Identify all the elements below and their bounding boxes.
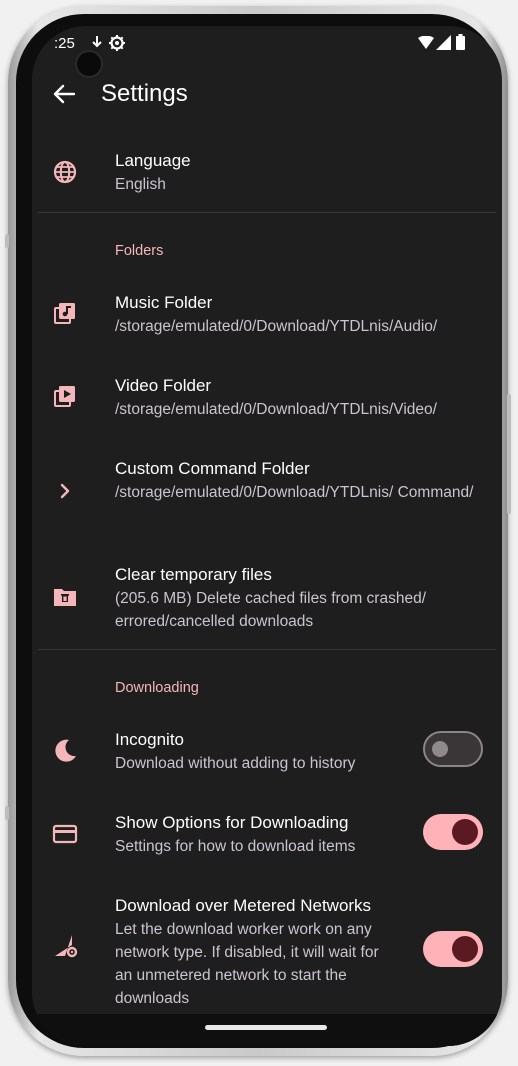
folder-delete-icon xyxy=(54,589,76,606)
command-folder-title: Custom Command Folder xyxy=(115,459,310,478)
section-folders: Folders xyxy=(115,243,164,259)
screen: :25 Settings Language English Folders Mu… xyxy=(32,26,502,1046)
video-folder-path: /storage/emulated/0/Download/YTDLnis/Vid… xyxy=(115,401,437,418)
setting-video-folder[interactable]: Video Folder /storage/emulated/0/Downloa… xyxy=(32,371,502,441)
globe-icon xyxy=(53,160,77,184)
side-button-left-1 xyxy=(5,234,9,248)
wifi-icon xyxy=(418,36,434,49)
show-options-title: Show Options for Downloading xyxy=(115,813,349,832)
status-time: :25 xyxy=(54,35,75,52)
language-title: Language xyxy=(115,151,191,170)
show-options-toggle[interactable] xyxy=(423,814,483,850)
moon-icon xyxy=(55,739,76,762)
card-icon xyxy=(52,824,78,844)
battery-icon xyxy=(456,34,465,50)
side-button-left-2 xyxy=(5,806,9,820)
clear-temp-desc: (205.6 MB) Delete cached files from cras… xyxy=(115,590,426,630)
toggle-knob xyxy=(452,936,478,962)
video-folder-icon xyxy=(54,386,75,407)
music-folder-title: Music Folder xyxy=(115,293,213,312)
home-indicator[interactable] xyxy=(205,1025,327,1030)
signal-settings-icon xyxy=(55,935,78,958)
toggle-knob xyxy=(432,741,448,757)
setting-command-folder[interactable]: Custom Command Folder /storage/emulated/… xyxy=(32,454,502,548)
section-downloading: Downloading xyxy=(115,680,199,696)
clear-temp-title: Clear temporary files xyxy=(115,565,272,584)
chevron-right-icon xyxy=(60,483,70,499)
side-button-right xyxy=(507,394,511,514)
music-folder-path: /storage/emulated/0/Download/YTDLnis/Aud… xyxy=(115,318,438,335)
front-camera xyxy=(75,50,103,78)
back-arrow-icon[interactable] xyxy=(50,80,78,108)
toggle-knob xyxy=(452,819,478,845)
settings-status-icon xyxy=(109,35,125,51)
video-folder-title: Video Folder xyxy=(115,376,212,395)
incognito-toggle[interactable] xyxy=(423,731,483,767)
setting-clear-temp[interactable]: Clear temporary files (205.6 MB) Delete … xyxy=(32,560,502,654)
incognito-title: Incognito xyxy=(115,730,184,749)
metered-toggle[interactable] xyxy=(423,931,483,967)
setting-music-folder[interactable]: Music Folder /storage/emulated/0/Downloa… xyxy=(32,288,502,358)
navigation-bar xyxy=(32,1014,502,1046)
language-value: English xyxy=(115,176,166,193)
setting-language[interactable]: Language English xyxy=(32,146,502,216)
music-folder-icon xyxy=(54,303,75,324)
download-status-icon xyxy=(92,36,102,48)
divider xyxy=(38,649,496,650)
app-bar: Settings xyxy=(32,76,502,116)
cell-signal-icon xyxy=(436,35,451,50)
page-title: Settings xyxy=(101,80,188,107)
metered-title: Download over Metered Networks xyxy=(115,896,372,915)
metered-desc: Let the download worker work on any netw… xyxy=(115,921,379,1007)
command-folder-path: /storage/emulated/0/Download/YTDLnis/ Co… xyxy=(115,484,474,501)
setting-incognito[interactable]: Incognito Download without adding to his… xyxy=(32,725,502,795)
setting-metered[interactable]: Download over Metered Networks Let the d… xyxy=(32,891,502,1011)
phone-frame: :25 Settings Language English Folders Mu… xyxy=(5,6,511,1056)
divider xyxy=(38,212,496,213)
setting-show-options[interactable]: Show Options for Downloading Settings fo… xyxy=(32,808,502,878)
status-bar: :25 xyxy=(32,26,502,78)
